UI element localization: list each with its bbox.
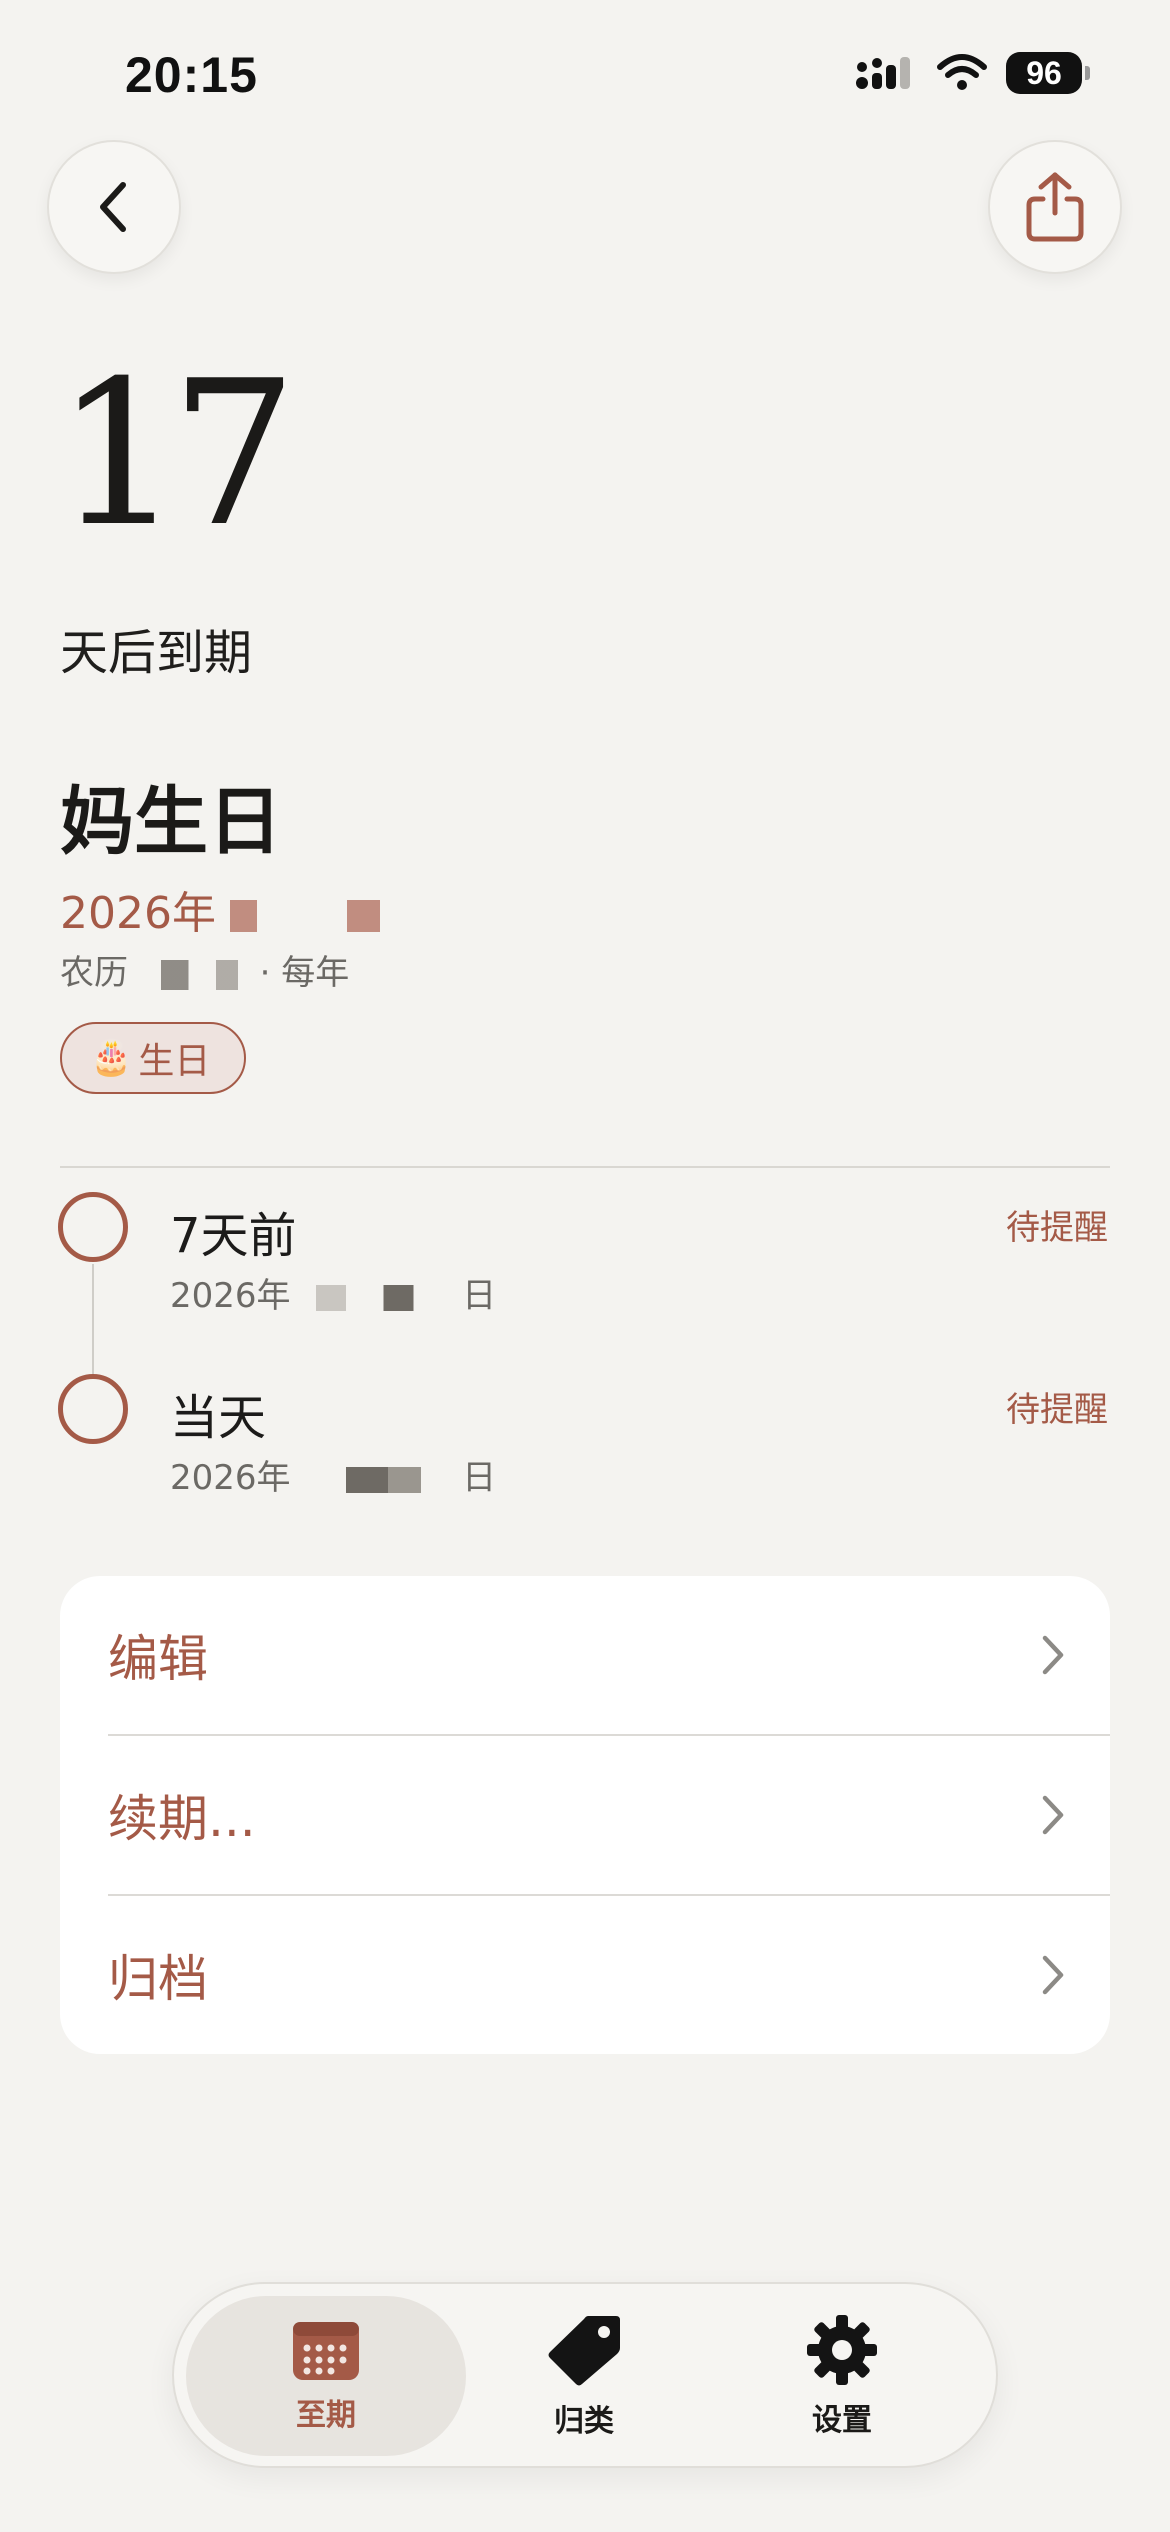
- reminder-title: 7天前: [170, 1208, 297, 1264]
- cellular-signal-icon: [856, 57, 910, 89]
- reminder-date-text: 2026年: [170, 1276, 291, 1316]
- redacted-block: [301, 1284, 452, 1311]
- battery-level: 96: [1006, 52, 1082, 94]
- tab-category[interactable]: 归类: [444, 2296, 724, 2456]
- reminder-status: 待提醒: [1006, 1390, 1108, 1430]
- event-date-text: 2026年: [60, 888, 216, 939]
- reminder-circle-icon: [58, 1374, 128, 1444]
- renew-label: 续期...: [108, 1790, 256, 1848]
- share-button[interactable]: [988, 140, 1122, 274]
- redacted-block: [138, 959, 249, 990]
- gear-icon: [807, 2315, 877, 2385]
- divider: [60, 1166, 1110, 1168]
- archive-button[interactable]: 归档: [60, 1896, 1110, 2054]
- status-time: 20:15: [125, 47, 258, 103]
- event-title: 妈生日: [60, 779, 282, 865]
- tab-due-label: 至期: [296, 2398, 356, 2433]
- reminder-circle-icon: [58, 1192, 128, 1262]
- event-lunar-date: 农历 · 每年: [60, 945, 349, 994]
- event-repeat: · 每年: [259, 953, 350, 993]
- battery-tip: [1085, 66, 1090, 80]
- days-remaining-label: 天后到期: [60, 625, 253, 681]
- back-button[interactable]: [47, 140, 181, 274]
- actions-card: 编辑 续期... 归档: [60, 1576, 1110, 2054]
- archive-label: 归档: [108, 1950, 208, 2008]
- reminder-date-suffix: 日: [462, 1458, 497, 1498]
- reminder-date: 2026年 日: [170, 1450, 496, 1499]
- battery-indicator: 96: [1006, 52, 1090, 94]
- tab-settings[interactable]: 设置: [702, 2296, 982, 2456]
- tab-category-label: 归类: [554, 2404, 614, 2439]
- renew-button[interactable]: 续期...: [60, 1736, 1110, 1894]
- share-icon: [1026, 172, 1084, 242]
- chevron-right-icon: [1042, 1635, 1064, 1675]
- timeline-line: [92, 1264, 94, 1374]
- event-lunar-text: 农历: [60, 953, 128, 993]
- event-date: 2026年: [60, 877, 380, 941]
- category-tag[interactable]: 🎂 生日: [60, 1022, 247, 1094]
- chevron-right-icon: [1042, 1955, 1064, 1995]
- event-detail-screen: 20:15 96 17 天后到期 妈生日 2026年 农历 · 每年 🎂 生日 …: [0, 0, 1170, 2532]
- chevron-left-icon: [100, 182, 126, 232]
- edit-button[interactable]: 编辑: [60, 1576, 1110, 1734]
- tab-bar: 至期 归类 设置: [172, 2282, 998, 2468]
- calendar-icon: [293, 2322, 359, 2380]
- reminder-title: 当天: [170, 1390, 267, 1446]
- reminder-status: 待提醒: [1006, 1208, 1108, 1248]
- tag-icon: [548, 2316, 620, 2386]
- redacted-block: [301, 1466, 452, 1493]
- chevron-right-icon: [1042, 1795, 1064, 1835]
- tab-due[interactable]: 至期: [186, 2296, 466, 2456]
- cake-icon: 🎂: [90, 1038, 133, 1078]
- reminder-date-text: 2026年: [170, 1458, 291, 1498]
- days-remaining-count: 17: [55, 338, 297, 571]
- tab-settings-label: 设置: [812, 2403, 872, 2438]
- reminder-date: 2026年 日: [170, 1268, 496, 1317]
- status-icons: 96: [854, 52, 1090, 94]
- category-tag-label: 生日: [138, 1041, 211, 1082]
- wifi-icon: [937, 54, 987, 90]
- edit-label: 编辑: [108, 1630, 208, 1688]
- redacted-block: [229, 900, 380, 932]
- reminder-date-suffix: 日: [462, 1276, 497, 1316]
